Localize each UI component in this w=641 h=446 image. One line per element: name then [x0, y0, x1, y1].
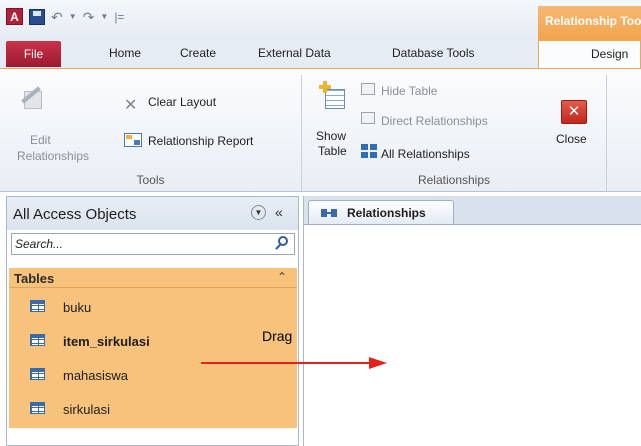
save-icon[interactable] [29, 8, 45, 25]
tab-file[interactable]: File [6, 41, 61, 67]
drag-annotation-label: Drag [262, 328, 293, 344]
tab-home[interactable]: Home [109, 46, 141, 60]
list-item[interactable]: buku [9, 292, 297, 322]
table-icon [30, 334, 45, 346]
undo-dropdown-icon[interactable]: ▼ [69, 9, 77, 25]
relationship-report-button[interactable]: Relationship Report [148, 134, 253, 148]
title-bar: A ↶ ▼ ↷ ▼ |= Relationship Tools [0, 0, 641, 40]
edit-relationships-icon [18, 83, 44, 111]
table-icon [30, 300, 45, 312]
show-table-button-line2[interactable]: Table [318, 144, 347, 158]
hide-table-icon [361, 83, 375, 95]
tab-relationships[interactable]: Relationships [308, 200, 454, 224]
nav-menu-dropdown-icon[interactable]: ▼ [251, 205, 266, 220]
tab-external-data[interactable]: External Data [258, 46, 331, 60]
nav-pane-title[interactable]: All Access Objects [13, 206, 136, 223]
direct-relationships-button[interactable]: Direct Relationships [381, 114, 488, 128]
collapse-group-icon[interactable]: ⌃ [277, 270, 287, 284]
table-icon [30, 402, 45, 414]
table-name: mahasiswa [63, 368, 129, 383]
show-table-button-line1[interactable]: Show [316, 129, 346, 143]
tab-database-tools[interactable]: Database Tools [392, 46, 475, 60]
edit-relationships-button-line2[interactable]: Relationships [17, 149, 89, 163]
tables-group-header[interactable]: Tables ⌃ [9, 268, 297, 288]
edit-relationships-button-line1[interactable]: Edit [30, 133, 51, 147]
redo-icon[interactable]: ↷ [83, 9, 95, 25]
relationship-report-icon [124, 133, 142, 147]
all-relationships-button[interactable]: All Relationships [381, 147, 470, 161]
tables-group: Tables ⌃ buku item_sirkulasi mahasiswa s… [9, 268, 297, 428]
document-tab-label: Relationships [347, 206, 426, 220]
nav-pane-header: All Access Objects ▼ « [7, 197, 298, 230]
table-name: item_sirkulasi [63, 334, 150, 349]
table-icon [30, 368, 45, 380]
access-app-icon[interactable]: A [6, 8, 23, 25]
hide-table-button[interactable]: Hide Table [381, 84, 437, 98]
drag-arrow-icon [201, 357, 387, 369]
relationships-icon [321, 207, 337, 219]
table-name: buku [63, 300, 92, 315]
tab-design[interactable]: Design [538, 40, 641, 69]
close-button[interactable]: Close [556, 132, 587, 146]
clear-layout-icon: ✕ [124, 97, 138, 114]
navigation-pane: All Access Objects ▼ « Tables ⌃ buku ite… [6, 196, 299, 446]
tables-group-label: Tables [14, 271, 55, 286]
close-icon[interactable]: ✕ [561, 100, 587, 124]
shutter-bar-collapse-icon[interactable]: « [275, 204, 283, 220]
search-input[interactable] [12, 234, 272, 254]
search-icon[interactable] [274, 234, 294, 254]
relationship-tools-context-tab: Relationship Tools [538, 6, 641, 40]
ribbon-tab-row: File Home Create External Data Database … [0, 40, 641, 69]
all-relationships-icon [361, 144, 377, 159]
list-item[interactable]: item_sirkulasi [9, 326, 297, 356]
group-divider [606, 75, 607, 191]
table-name: sirkulasi [63, 402, 110, 417]
undo-icon[interactable]: ↶ [51, 9, 63, 25]
relationships-canvas[interactable] [304, 224, 641, 446]
customize-qat-button[interactable]: |= [114, 10, 124, 24]
clear-layout-button[interactable]: Clear Layout [148, 95, 216, 109]
redo-dropdown-icon[interactable]: ▼ [100, 9, 108, 25]
search-box [11, 233, 295, 255]
relationships-group-label: Relationships [417, 173, 491, 187]
direct-relationships-icon [361, 112, 375, 124]
show-table-icon [319, 81, 347, 109]
list-item[interactable]: sirkulasi [9, 394, 297, 424]
tools-group-label: Tools [136, 173, 165, 187]
quick-access-toolbar: A ↶ ▼ ↷ ▼ |= [6, 8, 124, 25]
tab-create[interactable]: Create [180, 46, 216, 60]
